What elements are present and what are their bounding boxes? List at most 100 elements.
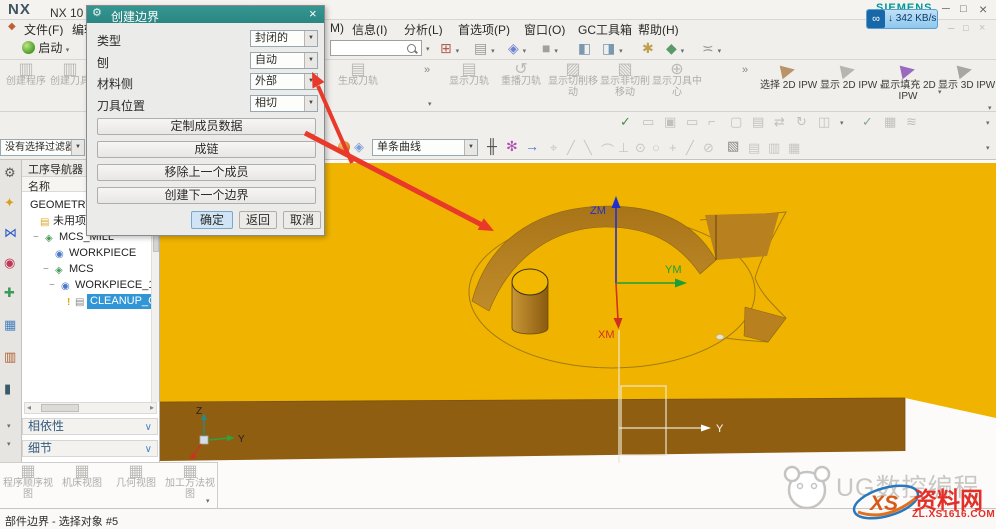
ipw-3d-caret[interactable]: ▾ <box>988 104 992 112</box>
expander-icon[interactable]: − <box>33 230 39 245</box>
show-cut-moves-button[interactable]: ▨显示切削移动 <box>548 62 598 98</box>
details-section[interactable]: 细节∨ <box>22 440 158 457</box>
customize-member-data-button[interactable]: 定制成员数据 <box>97 118 316 135</box>
small-icon-check[interactable]: ✓ <box>620 115 631 128</box>
post-icon-4[interactable]: ▦ <box>788 140 800 156</box>
tree-item-cleanup[interactable]: !▤CLEANUP_C <box>22 294 152 309</box>
plane-dropdown[interactable]: 自动▼ <box>250 52 318 69</box>
sphere-filter-icon[interactable] <box>338 141 350 153</box>
small-icon-5[interactable]: ⌐ <box>708 115 716 128</box>
small-icon-9[interactable]: ↻ <box>796 115 807 128</box>
show-filled-2d-ipw-button[interactable]: 显示填充 2D IPW <box>878 62 938 102</box>
restore-button[interactable]: □ <box>960 3 967 15</box>
snap-circle-icon[interactable]: ○ <box>652 140 660 155</box>
ribbon-caret-left[interactable]: ▾ <box>428 100 432 108</box>
chaining-button[interactable]: 成链 <box>97 141 316 158</box>
snap-midpoint-icon[interactable]: ╲ <box>584 140 592 156</box>
show-hide-icon[interactable]: ◧ <box>578 40 591 57</box>
type-dropdown[interactable]: 封闭的▼ <box>250 30 318 47</box>
program-order-view-button[interactable]: ▦程序顺序视图 <box>2 464 54 500</box>
solid-filter-icon[interactable]: ◈ <box>354 140 364 153</box>
snap-disable-icon[interactable]: ⊘ <box>703 140 714 156</box>
solid-body-icon[interactable]: ▧ <box>727 139 739 152</box>
select-2d-ipw-button[interactable]: 选择 2D IPW <box>760 62 816 91</box>
curve-rule-dropdown[interactable]: 单条曲线▼ <box>372 139 478 156</box>
snap-flower-icon[interactable]: ✻ <box>506 139 518 153</box>
material-side-dropdown[interactable]: 外部▼ <box>250 73 318 90</box>
selection-bar-caret[interactable]: ▾ <box>986 144 990 152</box>
menu-clipped[interactable]: M) <box>330 21 344 35</box>
minimize-button[interactable]: ─ <box>942 3 950 15</box>
constraint-navigator-icon[interactable]: ⋈ <box>4 226 17 239</box>
tool-position-dropdown[interactable]: 相切▼ <box>250 95 318 112</box>
remove-last-member-button[interactable]: 移除上一个成员 <box>97 164 316 181</box>
snapshot-icon[interactable]: ▤ ▾ <box>474 40 495 57</box>
show-noncut-moves-button[interactable]: ▧显示非切削移动 <box>600 62 650 98</box>
small-icon-4[interactable]: ▭ <box>686 115 698 128</box>
navigator-hscrollbar[interactable]: ◂ ▸ <box>24 402 157 414</box>
small-icon-13[interactable]: ≋ <box>906 115 917 128</box>
snap-center-icon[interactable]: ⊙ <box>635 140 646 156</box>
small-icon-2[interactable]: ▭ <box>642 115 654 128</box>
start-button[interactable]: 启动 ▾ <box>22 39 69 56</box>
snap-arc-icon[interactable]: ⌒ <box>601 140 614 159</box>
mdi-minimize-button[interactable]: ─ <box>948 23 954 33</box>
machine-tool-view-button[interactable]: ▦机床视图 <box>56 464 108 489</box>
dialog-close-icon[interactable]: × <box>309 6 317 21</box>
small-icon-6[interactable]: ▢ <box>730 115 742 128</box>
close-button[interactable]: × <box>979 1 987 17</box>
tree-item-mcs[interactable]: −◈MCS <box>22 262 152 277</box>
web-browser-icon[interactable]: ▦ <box>4 318 16 331</box>
small-icon-11[interactable]: ✓ <box>862 115 873 128</box>
dependencies-section[interactable]: 相依性∨ <box>22 418 158 435</box>
selection-filter-dropdown[interactable]: 没有选择过滤器▼ <box>0 139 85 156</box>
scroll-left-icon[interactable]: ◂ <box>27 404 31 412</box>
mdi-close-button[interactable]: × <box>979 22 985 34</box>
post-icon-2[interactable]: ▤ <box>748 140 760 156</box>
small-icon-8[interactable]: ⇄ <box>774 115 785 128</box>
follow-arrow-icon[interactable]: → <box>525 139 539 153</box>
show-2d-ipw-button[interactable]: 显示 2D IPW ▾ <box>820 62 876 92</box>
small-icon-3[interactable]: ▣ <box>664 115 676 128</box>
snap-endpoint-icon[interactable]: ╱ <box>567 140 575 156</box>
measure-icon[interactable]: ≍ ▾ <box>702 40 721 57</box>
part-navigator-icon[interactable]: ◉ <box>4 256 15 269</box>
cancel-button[interactable]: 取消 <box>283 211 321 229</box>
geometry-view-button[interactable]: ▦几何视图 <box>110 464 162 489</box>
tools-gear-icon[interactable]: ✱ <box>642 40 654 57</box>
hscroll-thumb[interactable] <box>41 404 79 412</box>
show-3d-ipw-button[interactable]: 显示 3D IPW <box>938 62 992 91</box>
show-hide-alt-icon[interactable]: ◨ ▾ <box>602 40 623 57</box>
orient-view-icon[interactable]: ◈ ▾ <box>508 40 526 57</box>
small-strip-caret-2[interactable]: ▾ <box>986 119 990 127</box>
assemblies-icon[interactable]: ◆ ▾ <box>666 40 684 57</box>
show-toolpath-button[interactable]: ▤显示刀轨 <box>444 62 494 87</box>
roles-gear-icon[interactable]: ⚙ <box>4 166 16 179</box>
machining-method-view-button[interactable]: ▦加工方法视图 <box>164 464 216 500</box>
ribbon-overflow-left[interactable]: » <box>424 64 430 76</box>
fit-window-icon[interactable]: ⊞ ▾ <box>440 40 459 57</box>
resource-bar-caret-1[interactable]: ▾ <box>7 422 11 430</box>
assembly-navigator-icon[interactable]: ✦ <box>4 196 15 209</box>
search-caret[interactable]: ▾ <box>426 45 430 53</box>
dialog-title-bar[interactable]: ⚙ 创建边界 × <box>87 6 324 23</box>
generate-toolpath-button[interactable]: ▤生成刀轨 <box>332 62 384 87</box>
back-button[interactable]: 返回 <box>239 211 277 229</box>
show-tool-center-button[interactable]: ⊕显示刀具中心 <box>652 62 702 98</box>
small-icon-12[interactable]: ▦ <box>884 115 896 128</box>
mdi-restore-button[interactable]: □ <box>963 23 968 33</box>
ok-button[interactable]: 确定 <box>191 211 233 229</box>
resource-bar-caret-2[interactable]: ▾ <box>7 440 11 448</box>
create-next-boundary-button[interactable]: 创建下一个边界 <box>97 187 316 204</box>
stop-at-intersection-icon[interactable]: ╫ <box>487 139 497 153</box>
view-strip-caret[interactable]: ▾ <box>206 497 210 505</box>
expander-icon[interactable]: − <box>43 262 49 277</box>
tree-item-workpiece[interactable]: ◉WORKPIECE <box>22 246 152 261</box>
post-icon-3[interactable]: ▥ <box>768 140 780 156</box>
snap-point-icon[interactable]: ⌖ <box>550 140 557 156</box>
snap-line-icon[interactable]: ╱ <box>686 140 694 156</box>
small-icon-7[interactable]: ▤ <box>752 115 764 128</box>
snap-intersection-icon[interactable]: + <box>669 140 677 155</box>
touch-panel-icon[interactable]: ▮ <box>4 382 11 395</box>
create-program-button[interactable]: ▥创建程序 <box>4 62 48 87</box>
